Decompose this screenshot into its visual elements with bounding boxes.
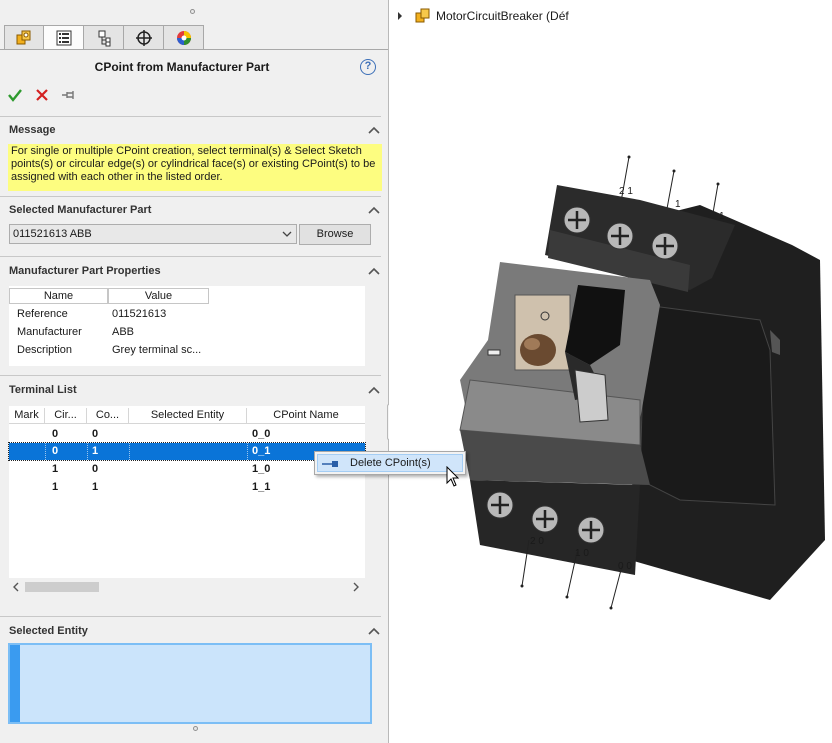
graphics-viewport[interactable]: MotorCircuitBreaker (Déf 2 1 1 1 2 0 1 0… [389,0,832,743]
column-header-mark[interactable]: Mark [9,408,45,424]
terminal-list-table: Mark Cir... Co... Selected Entity CPoint… [8,406,366,578]
checkmark-icon [8,89,22,102]
column-header-name[interactable]: Name [9,288,108,304]
pin-button[interactable] [60,86,78,104]
delete-cpoint-menu-item[interactable]: Delete CPoint(s) [317,454,463,472]
column-header-value[interactable]: Value [108,288,209,304]
context-menu: Delete CPoint(s) [314,451,466,475]
property-manager-icon [56,30,71,45]
terminal-label: 2 0 [530,536,544,547]
table-row[interactable]: 1 0 1_0 [9,461,365,478]
ok-button[interactable] [6,86,24,104]
panel-resize-grip[interactable] [190,9,195,14]
cancel-button[interactable] [33,86,51,104]
terminal-label: 1 0 [575,548,589,559]
chevron-up-icon[interactable] [368,626,380,636]
chevron-right-icon[interactable] [352,582,360,592]
selected-entity-listbox[interactable] [8,643,372,724]
terminal-label: 2 1 [619,186,633,197]
table-row-selected[interactable]: 0 1 0_1 [8,442,366,461]
delete-cpoint-icon [322,461,338,467]
motor-circuit-breaker-model[interactable] [389,0,832,743]
crosshair-icon [135,29,152,46]
browse-button[interactable]: Browse [299,224,371,245]
column-header-circuit[interactable]: Cir... [45,408,87,424]
manufacturer-part-section-title: Selected Manufacturer Part [9,204,152,216]
chevron-down-icon [282,231,292,237]
scrollbar-thumb[interactable] [25,582,99,592]
chevron-up-icon[interactable] [368,385,380,395]
table-row[interactable]: 1 1 1_1 [9,479,365,496]
close-icon [36,89,48,101]
horizontal-scrollbar[interactable] [9,578,365,595]
table-row[interactable]: 0 0 0_0 [9,426,365,443]
part-properties-section-title: Manufacturer Part Properties [9,265,161,277]
help-icon[interactable]: ? [360,59,376,75]
terminal-label: 1 [719,211,725,222]
panel-title: CPoint from Manufacturer Part [94,60,270,74]
manufacturer-part-select[interactable]: 011521613 ABB [9,224,297,244]
property-manager-panel: CPoint from Manufacturer Part ? Message … [0,0,389,743]
feature-manager-tab[interactable] [4,25,44,50]
manufacturer-part-value: 011521613 ABB [13,228,92,240]
property-manager-tab[interactable] [44,25,84,50]
mouse-cursor-icon [446,466,460,487]
selected-entity-section-title: Selected Entity [9,625,88,637]
display-manager-tab[interactable] [164,25,204,50]
pushpin-icon [62,91,74,99]
manager-tabs [4,25,204,50]
column-header-selected-entity[interactable]: Selected Entity [129,408,247,424]
part-properties-table: Name Value Reference 011521613 Manufactu… [9,286,365,366]
feature-manager-icon [16,30,31,44]
configuration-manager-icon [98,30,110,46]
chevron-up-icon[interactable] [368,205,380,215]
chevron-up-icon[interactable] [368,266,380,276]
configuration-manager-tab[interactable] [84,25,124,50]
message-text: For single or multiple CPoint creation, … [8,144,382,191]
action-bar [6,86,78,104]
terminal-label: 1 [675,199,681,210]
dimxpert-manager-tab[interactable] [124,25,164,50]
display-manager-icon [176,30,191,45]
column-header-connector[interactable]: Co... [87,408,129,424]
chevron-up-icon[interactable] [368,125,380,135]
panel-bottom-grip[interactable] [193,726,198,731]
message-section-title: Message [9,124,56,136]
terminal-list-section-title: Terminal List [9,384,77,396]
delete-cpoint-label: Delete CPoint(s) [350,457,431,469]
column-header-cpoint-name[interactable]: CPoint Name [247,408,365,424]
terminal-label: 0 0 [618,561,632,572]
chevron-left-icon[interactable] [12,582,20,592]
